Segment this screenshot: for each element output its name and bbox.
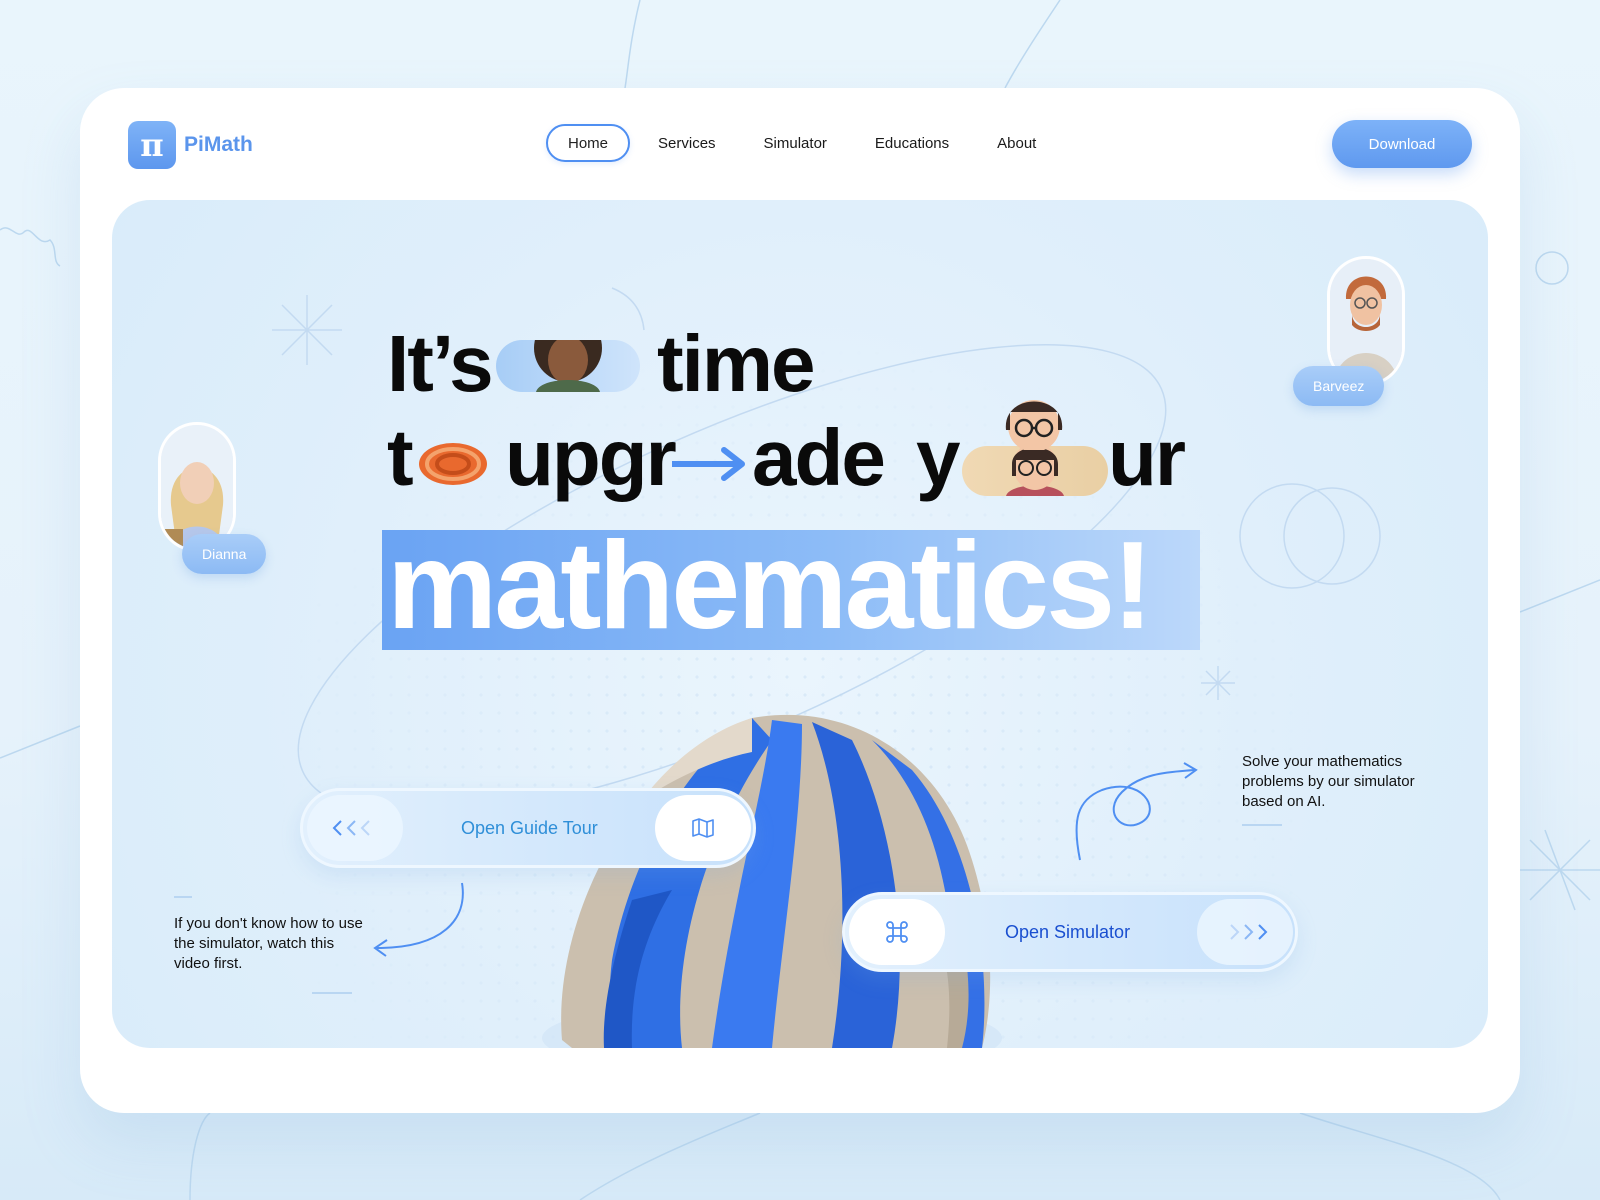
open-simulator-button[interactable]: Open Simulator (842, 892, 1298, 972)
note-left-dash (174, 896, 192, 898)
profile-dianna[interactable]: Dianna (158, 422, 267, 574)
map-icon (655, 795, 751, 861)
name-tag-dianna: Dianna (182, 534, 267, 574)
command-icon (849, 899, 945, 965)
nav-about[interactable]: About (977, 124, 1056, 162)
pi-logo-icon: π (128, 121, 176, 169)
headline-word-upgr: upgr (505, 413, 677, 502)
headline-word-y: y (916, 413, 960, 502)
curly-hair-avatar-icon (534, 340, 602, 392)
headline-word-its: It’s (387, 319, 494, 408)
arrow-right-icon (672, 447, 745, 481)
main-nav: Home Services Simulator Educations About (546, 124, 1064, 162)
hero-section: It’s time t upgr ade y ur mathematics! D… (112, 200, 1488, 1048)
download-button[interactable]: Download (1332, 120, 1472, 168)
chevrons-right-icon (1197, 899, 1293, 965)
orange-ring-icon (419, 443, 487, 485)
left-note: If you don't know how to use the simulat… (174, 915, 363, 972)
glasses-girl-avatar-icon (1006, 446, 1064, 496)
name-tag-barveez: Barveez (1293, 366, 1385, 406)
woman-portrait-icon (158, 422, 236, 552)
headline-word-ade: ade (752, 413, 886, 502)
headline-word-time: time (657, 319, 815, 408)
nav-simulator[interactable]: Simulator (744, 124, 847, 162)
brand-logo[interactable]: π PiMath (128, 121, 253, 169)
chevrons-left-icon (307, 795, 403, 861)
headline-word-ur: ur (1108, 413, 1186, 502)
avatar-pill-2 (962, 446, 1108, 496)
main-card: π PiMath Home Services Simulator Educati… (80, 88, 1520, 1113)
profile-barveez[interactable]: Barveez (1293, 256, 1405, 406)
glasses-girl-head-icon (1005, 400, 1063, 450)
big-word-mathematics: mathematics! (387, 517, 1153, 655)
nav-home[interactable]: Home (546, 124, 631, 162)
open-guide-tour-button[interactable]: Open Guide Tour (300, 788, 756, 868)
note-right-underline (1242, 824, 1282, 826)
open-guide-tour-label: Open Guide Tour (461, 817, 598, 838)
right-note: Solve your mathematics problems by our s… (1242, 753, 1415, 810)
nav-educations[interactable]: Educations (855, 124, 969, 162)
headline-word-t: t (387, 413, 414, 502)
note-left-underline (312, 992, 352, 994)
sculpture-illustration (542, 714, 1002, 1048)
nav-services[interactable]: Services (638, 124, 736, 162)
avatar-pill-1 (496, 340, 640, 392)
brand-name: PiMath (184, 133, 253, 156)
open-simulator-label: Open Simulator (1005, 921, 1131, 942)
